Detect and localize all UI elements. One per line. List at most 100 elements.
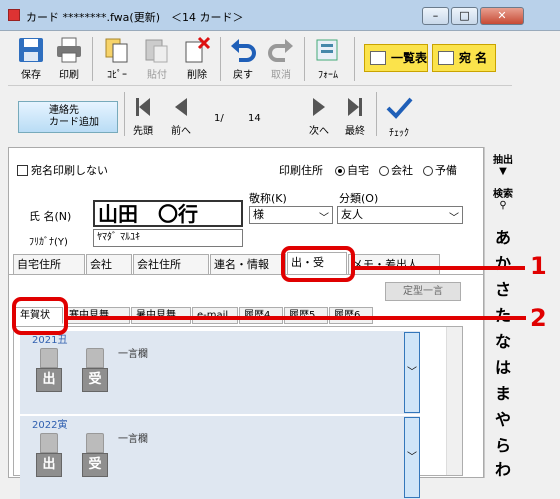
- maximize-button[interactable]: □: [451, 7, 478, 25]
- index-ya[interactable]: や: [492, 406, 514, 430]
- delete-icon: [185, 36, 211, 63]
- paste-icon: [145, 39, 168, 63]
- form-label: ﾌｫｰﾑ: [318, 70, 338, 81]
- category-select[interactable]: 友人 ﹀: [337, 206, 463, 224]
- check-button[interactable]: ﾁｪｯｸ: [382, 96, 416, 139]
- copy-button[interactable]: ｺﾋﾟｰ: [100, 33, 134, 85]
- first-record-button[interactable]: 先頭: [128, 96, 158, 137]
- template-message-button[interactable]: 定型一言: [385, 282, 461, 301]
- list-view-label: 一覧表: [391, 51, 428, 65]
- index-ta[interactable]: た: [492, 302, 514, 326]
- filter-icon: ▼: [499, 166, 507, 177]
- list-view-button[interactable]: 一覧表: [364, 44, 428, 72]
- index-a[interactable]: あ: [492, 224, 514, 248]
- print-label: 印刷: [59, 70, 79, 81]
- print-address-radio-home[interactable]: 自宅: [329, 162, 369, 178]
- redo-label: 取消: [271, 70, 291, 81]
- main-toolbar: 保存 印刷 ｺﾋﾟｰ 貼付 削除 戻す 取消 ﾌｫｰﾑ 一覧表 宛 名: [8, 31, 512, 86]
- print-button[interactable]: 印刷: [52, 33, 86, 85]
- chevron-down-icon: ﹀: [407, 367, 417, 378]
- index-sa[interactable]: さ: [492, 276, 514, 300]
- sent-stamp[interactable]: 出: [36, 433, 62, 479]
- last-record-button[interactable]: 最終: [340, 96, 370, 137]
- extract-button[interactable]: 抽出 ▼: [485, 151, 521, 177]
- copy-label: ｺﾋﾟｰ: [107, 70, 127, 81]
- form-icon: [316, 39, 338, 61]
- record-position: 1/: [214, 113, 224, 124]
- name-input[interactable]: 山田 〇行: [93, 200, 243, 227]
- close-button[interactable]: ✕: [480, 7, 524, 25]
- next-icon: [313, 98, 325, 116]
- next-record-button[interactable]: 次へ: [304, 96, 334, 137]
- minimize-button[interactable]: –: [422, 7, 449, 25]
- index-ra[interactable]: ら: [492, 432, 514, 456]
- form-button[interactable]: ﾌｫｰﾑ: [310, 33, 346, 85]
- tab-memo-sender[interactable]: メモ・差出人: [348, 254, 440, 275]
- save-button[interactable]: 保存: [14, 33, 48, 85]
- index-ka[interactable]: か: [492, 250, 514, 274]
- paste-button[interactable]: 貼付: [140, 33, 174, 85]
- memo-field[interactable]: 一言欄: [118, 430, 148, 445]
- furigana-label: ﾌﾘｶﾞﾅ(Y): [29, 237, 68, 248]
- name-label: 氏 名(N): [29, 210, 72, 223]
- tab-company[interactable]: 会社: [86, 254, 132, 275]
- callout-line-2: [68, 316, 526, 320]
- contact-form: 宛名印刷しない 印刷住所 自宅 会社 予備 敬称(K) 分類(O) 氏 名(N)…: [8, 147, 484, 499]
- print-address-radio-company[interactable]: 会社: [373, 162, 413, 178]
- search-icon: ⚲: [499, 200, 507, 211]
- tab-home-address[interactable]: 自宅住所: [13, 254, 85, 275]
- delete-button[interactable]: 削除: [180, 33, 214, 85]
- index-ma[interactable]: ま: [492, 380, 514, 404]
- print-address-label: 印刷住所: [279, 164, 323, 177]
- add-contact-card-button[interactable]: 連絡先 カード追加: [18, 101, 118, 133]
- check-label: ﾁｪｯｸ: [389, 128, 409, 139]
- address-button[interactable]: 宛 名: [432, 44, 496, 72]
- received-stamp[interactable]: 受: [82, 433, 108, 479]
- index-na[interactable]: な: [492, 328, 514, 352]
- list-item: 2022寅 出 受 一言欄 ﹀: [20, 416, 420, 499]
- no-print-checkbox[interactable]: 宛名印刷しない: [17, 162, 108, 178]
- record-total: 14: [248, 113, 261, 124]
- add-contact-card-label: 連絡先 カード追加: [49, 105, 99, 128]
- next-label: 次へ: [309, 126, 329, 137]
- record-year: 2022寅: [32, 420, 68, 431]
- callout-line-1: [355, 266, 525, 270]
- last-label: 最終: [345, 126, 365, 137]
- category-label: 分類(O): [339, 192, 379, 205]
- title-label: 敬称(K): [249, 192, 287, 205]
- callout-number-2: 2: [530, 304, 547, 332]
- save-label: 保存: [21, 70, 41, 81]
- redo-button[interactable]: 取消: [264, 33, 298, 85]
- title-select[interactable]: 様 ﹀: [249, 206, 333, 224]
- first-icon: [136, 98, 150, 116]
- save-icon: [19, 38, 43, 62]
- memo-field[interactable]: 一言欄: [118, 345, 148, 360]
- check-icon: [386, 97, 413, 119]
- first-label: 先頭: [133, 126, 153, 137]
- search-button[interactable]: 検索 ⚲: [485, 185, 521, 211]
- index-ha[interactable]: は: [492, 354, 514, 378]
- tab-company-address[interactable]: 会社住所: [133, 254, 209, 275]
- right-sidebar: 抽出▼ 検索⚲ あ か さ た な は ま や ら わ: [484, 147, 521, 480]
- print-icon: [57, 37, 81, 63]
- sent-stamp[interactable]: 出: [36, 348, 62, 394]
- undo-button[interactable]: 戻す: [226, 33, 260, 85]
- record-dropdown[interactable]: ﹀: [404, 332, 420, 413]
- app-icon: [8, 9, 20, 21]
- callout-box-2: [12, 297, 68, 335]
- index-wa[interactable]: わ: [492, 456, 514, 480]
- last-icon: [348, 98, 362, 116]
- callout-box-1: [281, 246, 355, 282]
- received-stamp[interactable]: 受: [82, 348, 108, 394]
- record-dropdown[interactable]: ﹀: [404, 417, 420, 498]
- no-print-label: 宛名印刷しない: [31, 164, 108, 177]
- furigana-input[interactable]: ﾔﾏﾀﾞ ﾏﾙﾕｷ: [93, 229, 243, 247]
- tab-joint-info[interactable]: 連名・情報: [210, 254, 286, 275]
- chevron-down-icon: ﹀: [407, 452, 417, 463]
- chevron-down-icon: ﹀: [319, 213, 329, 224]
- print-address-radio-spare[interactable]: 予備: [417, 162, 457, 178]
- prev-record-button[interactable]: 前へ: [166, 96, 196, 137]
- callout-number-1: 1: [530, 252, 547, 280]
- delete-label: 削除: [187, 70, 207, 81]
- list-scrollbar[interactable]: [446, 327, 462, 475]
